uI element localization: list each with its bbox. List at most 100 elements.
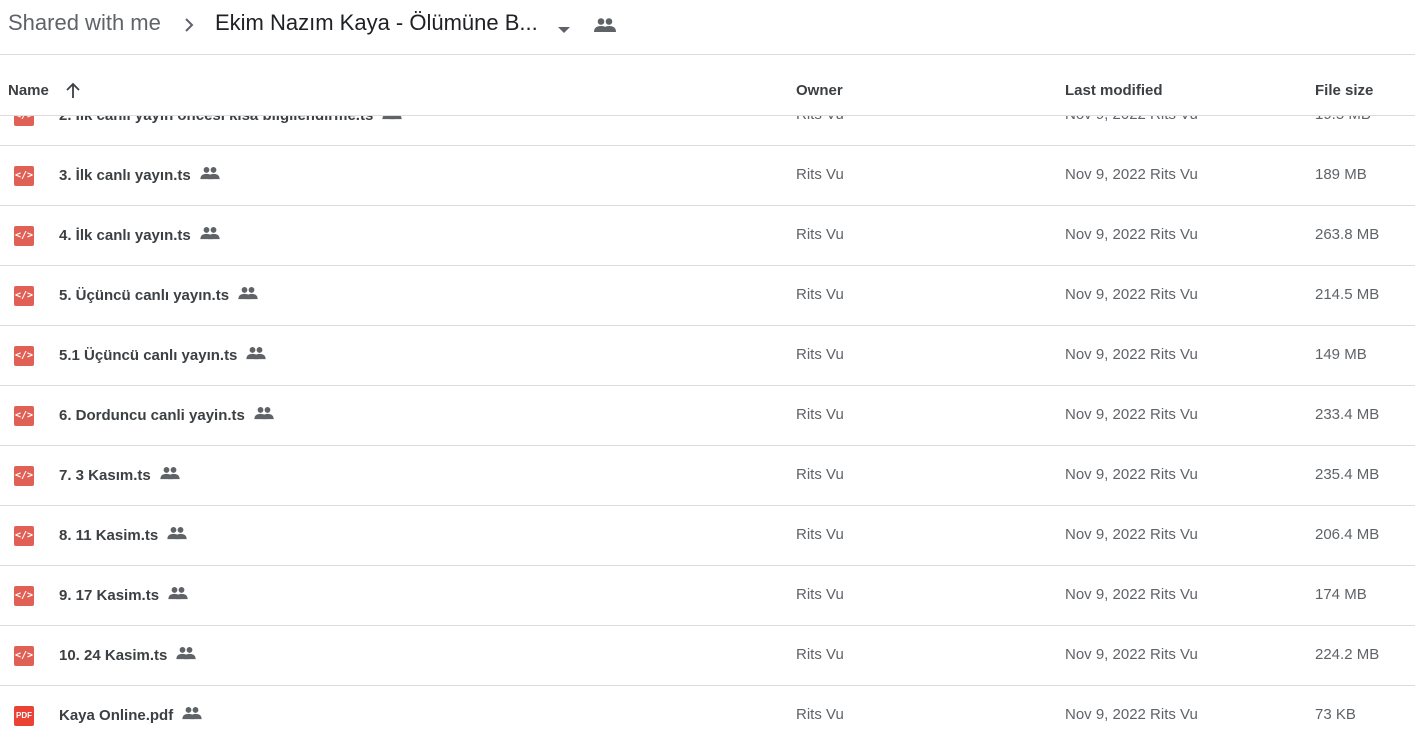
code-file-icon: </> <box>14 346 34 366</box>
file-name-text: Kaya Online.pdf <box>59 706 174 724</box>
file-last-modified: Nov 9, 2022 Rits Vu <box>1065 646 1198 663</box>
file-name-text: 9. 17 Kasim.ts <box>59 586 160 604</box>
code-file-icon: </> <box>14 166 34 186</box>
file-size: 174 MB <box>1315 586 1367 603</box>
file-size: 214.5 MB <box>1315 286 1380 303</box>
file-name[interactable]: 6. Dorduncu canli yayin.ts <box>59 406 274 424</box>
file-size: 233.4 MB <box>1315 406 1380 423</box>
file-owner: Rits Vu <box>796 226 844 243</box>
file-row[interactable]: </> 5. Üçüncü canlı yayın.ts Rits Vu Nov 9,… <box>0 266 1415 326</box>
code-file-icon: </> <box>14 226 34 246</box>
file-last-modified: Nov 9, 2022 Rits Vu <box>1065 116 1198 123</box>
column-header: Name Owner Last modified File size <box>0 55 1415 116</box>
column-last-modified[interactable]: Last modified <box>1065 82 1163 99</box>
people-icon <box>382 116 402 124</box>
file-row[interactable]: </> 6. Dorduncu canli yayin.ts Rits Vu Nov … <box>0 386 1415 446</box>
people-icon <box>238 286 258 304</box>
file-name[interactable]: 9. 17 Kasim.ts <box>59 586 188 604</box>
file-owner: Rits Vu <box>796 586 844 603</box>
file-row[interactable]: PDF Kaya Online.pdf Rits Vu Nov 9, 2022 Rit… <box>0 686 1415 737</box>
file-size: 235.4 MB <box>1315 466 1380 483</box>
file-name-text: 10. 24 Kasim.ts <box>59 646 168 664</box>
file-last-modified: Nov 9, 2022 Rits Vu <box>1065 166 1198 183</box>
people-icon <box>200 226 220 244</box>
breadcrumb-root-link[interactable]: Shared with me <box>8 10 161 36</box>
file-name[interactable]: Kaya Online.pdf <box>59 706 202 724</box>
file-size: 206.4 MB <box>1315 526 1380 543</box>
file-name[interactable]: 4. İlk canlı yayın.ts <box>59 226 220 244</box>
file-last-modified: Nov 9, 2022 Rits Vu <box>1065 406 1198 423</box>
file-row[interactable]: </> 8. 11 Kasim.ts Rits Vu Nov 9, 2022 Rits… <box>0 506 1415 566</box>
file-name-text: 7. 3 Kasım.ts <box>59 466 151 484</box>
file-size: 263.8 MB <box>1315 226 1380 243</box>
file-row[interactable]: </> 2. İlk canlı yayın öncesi kısa bilgil… <box>0 116 1415 146</box>
file-name[interactable]: 10. 24 Kasim.ts <box>59 646 197 664</box>
file-last-modified: Nov 9, 2022 Rits Vu <box>1065 286 1198 303</box>
file-last-modified: Nov 9, 2022 Rits Vu <box>1065 706 1198 723</box>
file-size: 224.2 MB <box>1315 646 1380 663</box>
file-row[interactable]: </> 3. İlk canlı yayın.ts Rits Vu Nov 9, 20… <box>0 146 1415 206</box>
file-name-text: 8. 11 Kasim.ts <box>59 526 159 544</box>
people-icon <box>182 706 202 724</box>
code-file-icon: </> <box>14 646 34 666</box>
arrow-up-icon[interactable] <box>64 82 82 105</box>
pdf-file-icon: PDF <box>14 706 34 726</box>
code-file-icon: </> <box>14 406 34 426</box>
file-name-text: 6. Dorduncu canli yayin.ts <box>59 406 245 424</box>
file-row[interactable]: </> 4. İlk canlı yayın.ts Rits Vu Nov 9, 20… <box>0 206 1415 266</box>
people-icon <box>254 406 274 424</box>
column-file-size[interactable]: File size <box>1315 82 1373 99</box>
file-last-modified: Nov 9, 2022 Rits Vu <box>1065 586 1198 603</box>
file-owner: Rits Vu <box>796 346 844 363</box>
file-owner: Rits Vu <box>796 466 844 483</box>
file-name[interactable]: 5. Üçüncü canlı yayın.ts <box>59 286 258 304</box>
file-row[interactable]: </> 5.1 Üçüncü canlı yayın.ts Rits Vu Nov 9… <box>0 326 1415 386</box>
people-icon <box>176 646 197 664</box>
file-name[interactable]: 2. İlk canlı yayın öncesi kısa bilgilend… <box>59 116 402 124</box>
code-file-icon: </> <box>14 586 34 606</box>
caret-down-icon[interactable] <box>556 22 572 40</box>
file-owner: Rits Vu <box>796 116 844 123</box>
file-name[interactable]: 7. 3 Kasım.ts <box>59 466 180 484</box>
people-icon <box>594 17 616 38</box>
file-name-text: 3. İlk canlı yayın.ts <box>59 166 191 184</box>
chevron-right-icon <box>182 15 196 40</box>
people-icon <box>168 586 188 604</box>
column-name[interactable]: Name <box>8 82 49 99</box>
file-size: 189 MB <box>1315 166 1367 183</box>
file-owner: Rits Vu <box>796 166 844 183</box>
code-file-icon: </> <box>14 526 34 546</box>
file-last-modified: Nov 9, 2022 Rits Vu <box>1065 466 1198 483</box>
file-name-text: 5. Üçüncü canlı yayın.ts <box>59 286 230 304</box>
file-size: 73 KB <box>1315 706 1356 723</box>
file-owner: Rits Vu <box>796 706 844 723</box>
file-last-modified: Nov 9, 2022 Rits Vu <box>1065 226 1198 243</box>
file-row[interactable]: </> 10. 24 Kasim.ts Rits Vu Nov 9, 2022 Rit… <box>0 626 1415 686</box>
file-owner: Rits Vu <box>796 646 844 663</box>
file-name[interactable]: 8. 11 Kasim.ts <box>59 526 187 544</box>
file-name-text: 2. İlk canlı yayın öncesi kısa bilgilend… <box>59 116 373 124</box>
file-size: 149 MB <box>1315 346 1367 363</box>
file-row[interactable]: </> 9. 17 Kasim.ts Rits Vu Nov 9, 2022 Rits… <box>0 566 1415 626</box>
file-owner: Rits Vu <box>796 526 844 543</box>
file-list[interactable]: </> 2. İlk canlı yayın öncesi kısa bilgil… <box>0 116 1415 737</box>
file-name[interactable]: 5.1 Üçüncü canlı yayın.ts <box>59 346 267 364</box>
file-name[interactable]: 3. İlk canlı yayın.ts <box>59 166 220 184</box>
breadcrumb: Shared with me Ekim Nazım Kaya - Ölümüne… <box>0 0 1415 55</box>
code-file-icon: </> <box>14 116 34 126</box>
file-last-modified: Nov 9, 2022 Rits Vu <box>1065 346 1198 363</box>
file-size: 19.5 MB <box>1315 116 1371 123</box>
file-row[interactable]: </> 7. 3 Kasım.ts Rits Vu Nov 9, 2022 Rits … <box>0 446 1415 506</box>
breadcrumb-current-folder[interactable]: Ekim Nazım Kaya - Ölümüne B... <box>215 10 538 36</box>
file-owner: Rits Vu <box>796 406 844 423</box>
file-name-text: 4. İlk canlı yayın.ts <box>59 226 191 244</box>
file-owner: Rits Vu <box>796 286 844 303</box>
file-name-text: 5.1 Üçüncü canlı yayın.ts <box>59 346 238 364</box>
column-owner[interactable]: Owner <box>796 82 843 99</box>
file-rows: </> 2. İlk canlı yayın öncesi kısa bilgil… <box>0 116 1415 737</box>
people-icon <box>200 166 220 184</box>
code-file-icon: </> <box>14 466 34 486</box>
people-icon <box>160 466 180 484</box>
file-last-modified: Nov 9, 2022 Rits Vu <box>1065 526 1198 543</box>
code-file-icon: </> <box>14 286 34 306</box>
